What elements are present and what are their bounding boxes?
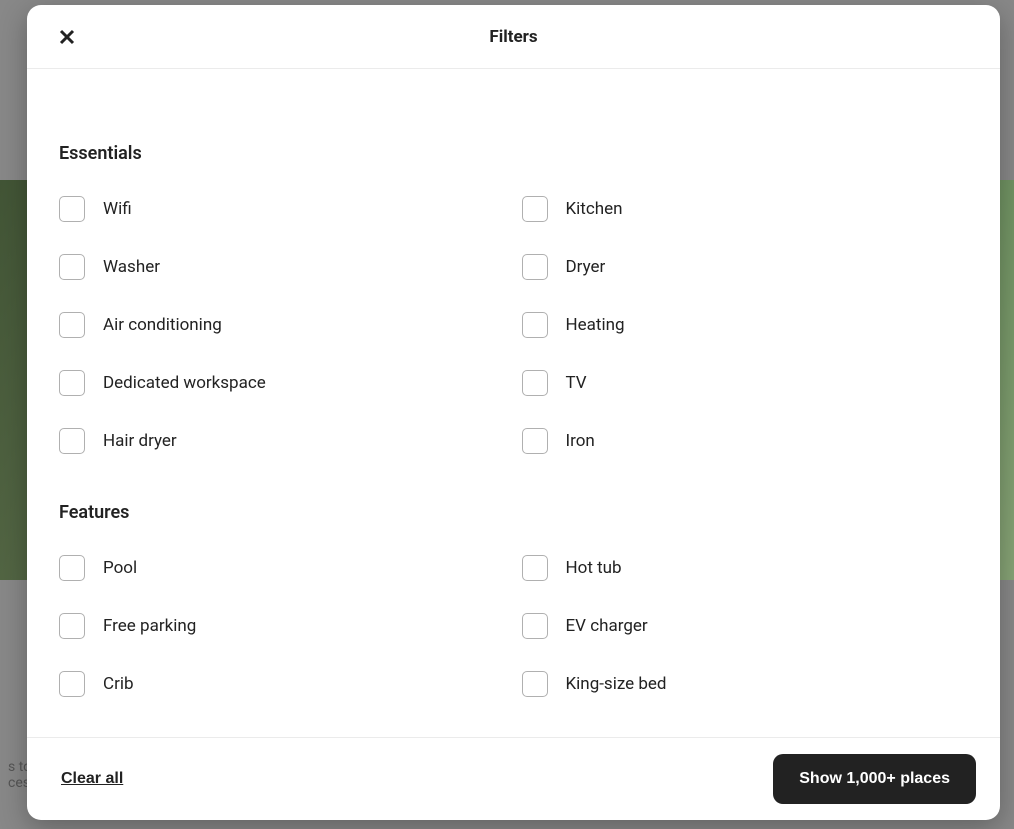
checkbox-hair-dryer[interactable]: Hair dryer <box>59 420 506 462</box>
checkbox-tv[interactable]: TV <box>522 362 969 404</box>
essentials-grid: Wifi Kitchen Washer Dryer Air conditioni… <box>59 188 968 462</box>
checkbox-box <box>522 254 548 280</box>
checkbox-label: Pool <box>103 558 137 578</box>
modal-header: Filters <box>27 5 1000 69</box>
checkbox-label: Wifi <box>103 199 132 219</box>
checkbox-iron[interactable]: Iron <box>522 420 969 462</box>
checkbox-washer[interactable]: Washer <box>59 246 506 288</box>
checkbox-label: Dedicated workspace <box>103 373 266 393</box>
checkbox-box <box>59 254 85 280</box>
modal-body[interactable]: Essentials Wifi Kitchen Washer Dryer <box>27 69 1000 737</box>
checkbox-box <box>522 613 548 639</box>
checkbox-crib[interactable]: Crib <box>59 663 506 705</box>
checkbox-box <box>59 312 85 338</box>
checkbox-ev-charger[interactable]: EV charger <box>522 605 969 647</box>
checkbox-label: Heating <box>566 315 625 335</box>
checkbox-box <box>522 428 548 454</box>
checkbox-box <box>522 555 548 581</box>
checkbox-box <box>59 671 85 697</box>
modal-footer: Clear all Show 1,000+ places <box>27 737 1000 820</box>
checkbox-box <box>522 196 548 222</box>
checkbox-king-size-bed[interactable]: King-size bed <box>522 663 969 705</box>
checkbox-label: Kitchen <box>566 199 623 219</box>
checkbox-box <box>522 312 548 338</box>
checkbox-free-parking[interactable]: Free parking <box>59 605 506 647</box>
checkbox-label: Air conditioning <box>103 315 222 335</box>
section-essentials: Essentials Wifi Kitchen Washer Dryer <box>59 111 968 470</box>
checkbox-box <box>59 613 85 639</box>
checkbox-box <box>59 196 85 222</box>
show-places-button[interactable]: Show 1,000+ places <box>773 754 976 804</box>
section-title-features: Features <box>59 502 968 523</box>
checkbox-label: Washer <box>103 257 160 277</box>
checkbox-box <box>522 671 548 697</box>
clear-all-button[interactable]: Clear all <box>51 760 133 798</box>
checkbox-box <box>522 370 548 396</box>
checkbox-label: TV <box>566 373 587 393</box>
checkbox-heating[interactable]: Heating <box>522 304 969 346</box>
checkbox-wifi[interactable]: Wifi <box>59 188 506 230</box>
checkbox-dryer[interactable]: Dryer <box>522 246 969 288</box>
close-button[interactable] <box>51 21 83 53</box>
section-features: Features Pool Hot tub Free parking EV ch… <box>59 470 968 713</box>
checkbox-label: Crib <box>103 674 134 694</box>
checkbox-hot-tub[interactable]: Hot tub <box>522 547 969 589</box>
checkbox-label: King-size bed <box>566 674 667 694</box>
modal-title: Filters <box>489 27 537 47</box>
features-grid: Pool Hot tub Free parking EV charger Cri… <box>59 547 968 705</box>
checkbox-label: Free parking <box>103 616 196 636</box>
checkbox-pool[interactable]: Pool <box>59 547 506 589</box>
checkbox-label: EV charger <box>566 616 648 636</box>
checkbox-box <box>59 428 85 454</box>
checkbox-box <box>59 370 85 396</box>
checkbox-kitchen[interactable]: Kitchen <box>522 188 969 230</box>
checkbox-dedicated-workspace[interactable]: Dedicated workspace <box>59 362 506 404</box>
scroll-spacer <box>59 69 968 111</box>
checkbox-box <box>59 555 85 581</box>
checkbox-label: Dryer <box>566 257 606 277</box>
filters-modal: Filters Essentials Wifi Kitchen Washer <box>27 5 1000 820</box>
checkbox-label: Iron <box>566 431 595 451</box>
checkbox-label: Hot tub <box>566 558 622 578</box>
close-icon <box>59 29 75 45</box>
checkbox-label: Hair dryer <box>103 431 177 451</box>
section-title-essentials: Essentials <box>59 143 968 164</box>
checkbox-air-conditioning[interactable]: Air conditioning <box>59 304 506 346</box>
